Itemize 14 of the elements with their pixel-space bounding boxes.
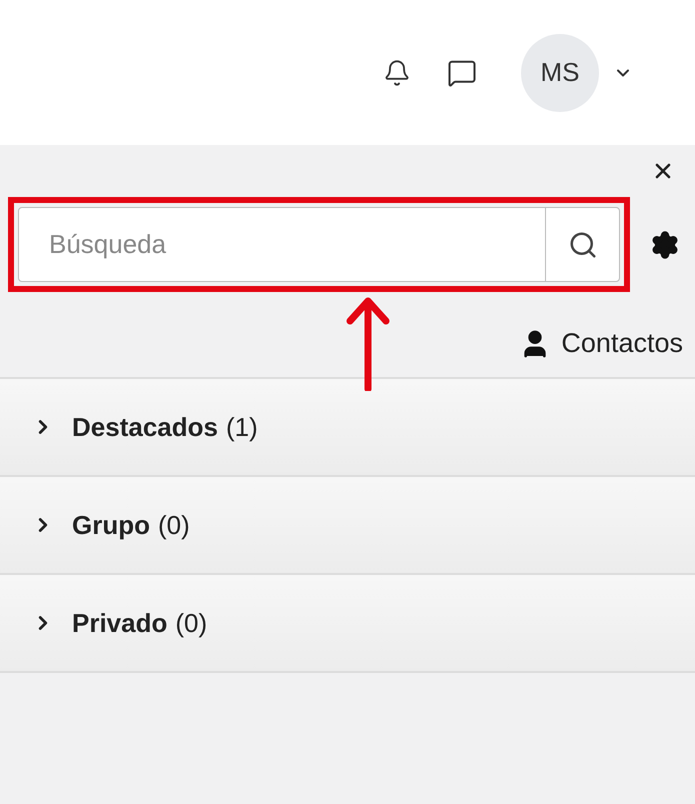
group-row[interactable]: Destacados (1)	[0, 379, 695, 477]
group-count: (0)	[158, 508, 190, 542]
group-title: Destacados	[72, 410, 218, 444]
search-icon	[568, 230, 598, 260]
group-row[interactable]: Grupo (0)	[0, 477, 695, 575]
arrow-icon	[346, 295, 390, 391]
group-count: (0)	[175, 606, 208, 640]
group-title: Privado	[72, 606, 168, 640]
group-title: Grupo	[72, 508, 150, 542]
bell-icon[interactable]	[383, 58, 411, 86]
group-row[interactable]: Privado (0)	[0, 575, 695, 673]
group-count: (1)	[226, 410, 258, 444]
contacts-link[interactable]: Contactos	[519, 323, 683, 364]
avatar[interactable]: MS	[521, 34, 599, 112]
